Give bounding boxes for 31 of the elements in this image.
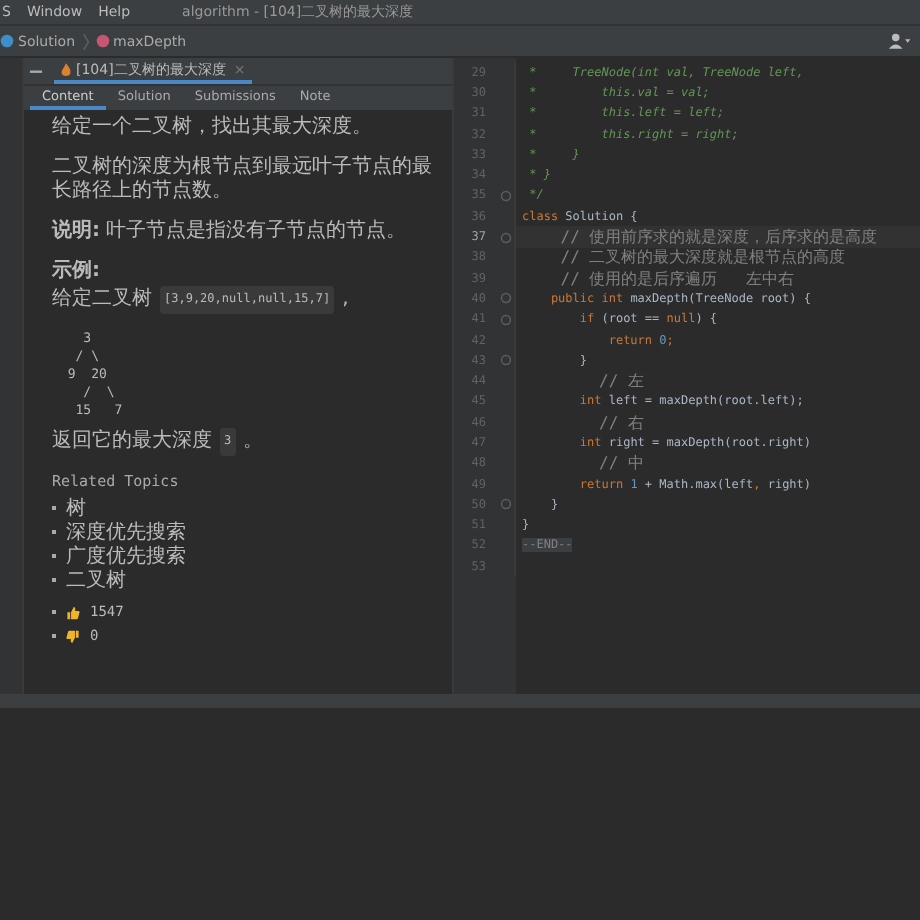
code-comment: // 二叉树的最大深度就是根节点的高度 (558, 246, 846, 269)
topic-link[interactable]: 树 (66, 494, 86, 522)
class-icon (0, 34, 14, 48)
thumbs-down-icon[interactable] (66, 629, 80, 643)
topic-link[interactable]: 深度优先搜索 (66, 518, 186, 546)
method-icon (95, 34, 110, 48)
example-text: 给定二叉树 (52, 288, 152, 312)
code-comment: // 中 (597, 452, 644, 475)
fold-marker-icon[interactable] (500, 313, 512, 326)
file-icon (60, 61, 72, 77)
fold-marker-icon[interactable] (500, 498, 512, 511)
code-comment: // 使用前序求的就是深度，后序求的是高度 (558, 226, 878, 248)
topic-link[interactable]: 二叉树 (66, 566, 126, 594)
punctuation: 。 (243, 430, 264, 454)
fold-marker-icon[interactable] (500, 292, 512, 305)
fold-marker-icon[interactable] (500, 231, 512, 244)
code-comment: // 使用的是后序遍历 左中右 (558, 267, 795, 290)
description-text: 给定一个二叉树，找出其最大深度。 (52, 116, 374, 140)
chevron-icon (81, 31, 90, 51)
description-text: 二叉树的深度为根节点到最远叶子节点的最长路径上的节点数。 (52, 156, 432, 204)
example-heading: 示例: (52, 260, 102, 284)
topic-link[interactable]: 广度优先搜索 (66, 542, 186, 570)
fold-marker-icon[interactable] (500, 189, 512, 202)
code-comment: // 右 (597, 411, 644, 434)
description-text: 说明: 叶子节点是指没有子节点的节点。 (52, 220, 409, 244)
fold-marker-icon[interactable] (500, 354, 512, 367)
punctuation: , (342, 288, 349, 312)
example-text: 返回它的最大深度 (52, 430, 212, 454)
user-icon[interactable] (888, 32, 912, 50)
code-comment: // 左 (597, 370, 644, 393)
thumbs-up-icon[interactable] (66, 605, 80, 619)
